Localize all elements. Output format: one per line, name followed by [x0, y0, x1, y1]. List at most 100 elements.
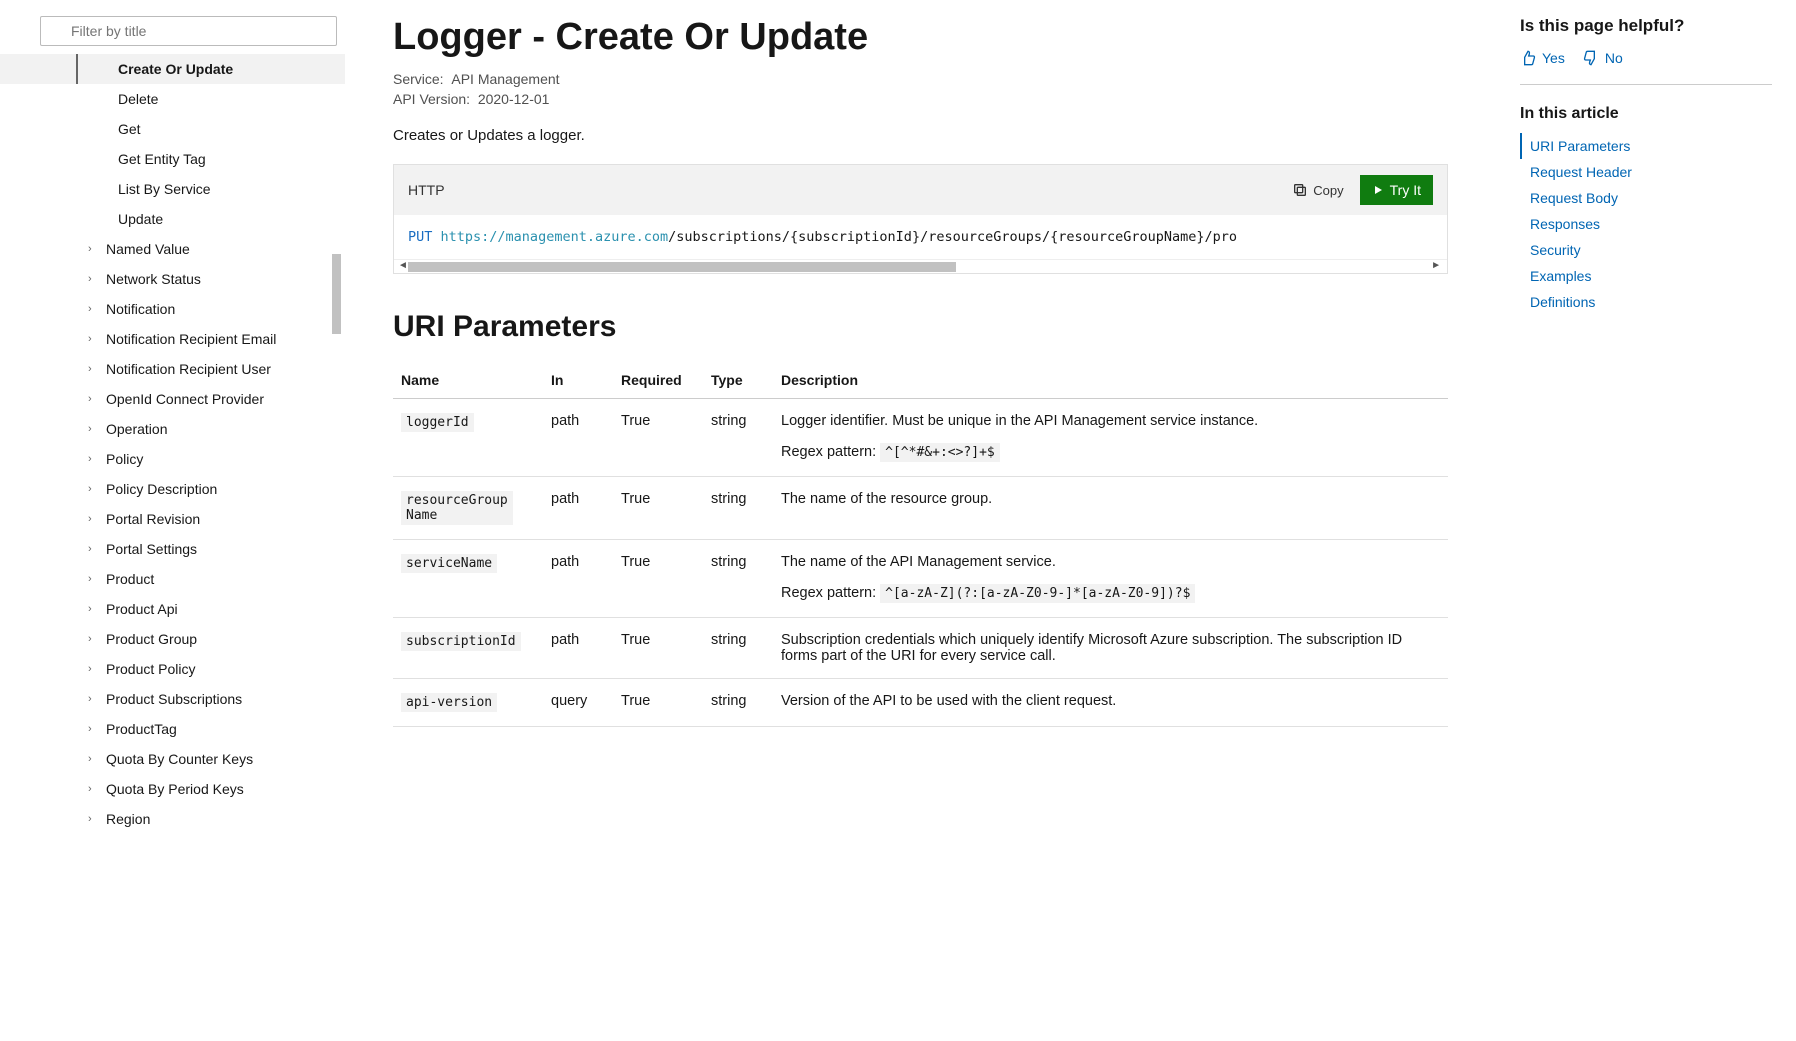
nav-item-product[interactable]: ›Product: [0, 564, 345, 594]
nav-item-create-or-update[interactable]: Create Or Update: [0, 54, 345, 84]
nav-item-named-value[interactable]: ›Named Value: [0, 234, 345, 264]
nav-label: Quota By Period Keys: [106, 781, 244, 797]
table-row: resourceGroupNamepathTruestringThe name …: [393, 477, 1448, 540]
nav-label: Policy Description: [106, 481, 217, 497]
nav-item-notification-recipient-user[interactable]: ›Notification Recipient User: [0, 354, 345, 384]
url-path: /subscriptions/{subscriptionId}/resource…: [668, 229, 1237, 245]
nav-item-product-subscriptions[interactable]: ›Product Subscriptions: [0, 684, 345, 714]
toc-link[interactable]: URI Parameters: [1530, 138, 1630, 154]
code-body[interactable]: PUT https://management.azure.com/subscri…: [394, 215, 1447, 259]
uri-parameters-table: Name In Required Type Description logger…: [393, 362, 1448, 727]
chevron-right-icon: ›: [88, 483, 100, 495]
chevron-right-icon: ›: [88, 663, 100, 675]
apiver-label: API Version:: [393, 91, 470, 107]
nav-label: Network Status: [106, 271, 201, 287]
nav-item-operation[interactable]: › Operation: [0, 414, 345, 444]
toc-link[interactable]: Definitions: [1530, 294, 1595, 310]
nav-item-update[interactable]: Update: [0, 204, 345, 234]
nav-item-policy[interactable]: ›Policy: [0, 444, 345, 474]
table-row: loggerIdpathTruestringLogger identifier.…: [393, 399, 1448, 477]
col-name: Name: [393, 362, 543, 399]
code-language-label: HTTP: [408, 182, 445, 198]
chevron-right-icon: ›: [88, 573, 100, 585]
toc-list: URI Parameters Request Header Request Body…: [1520, 133, 1772, 315]
feedback-yes-button[interactable]: Yes: [1520, 50, 1565, 66]
toc-link[interactable]: Examples: [1530, 268, 1591, 284]
chevron-right-icon: ›: [88, 423, 100, 435]
nav-label: Product Subscriptions: [106, 691, 242, 707]
nav-label: Region: [106, 811, 150, 827]
uri-parameters-heading: URI Parameters: [393, 310, 1448, 344]
toc-item-responses[interactable]: Responses: [1520, 211, 1772, 237]
nav-item-network-status[interactable]: ›Network Status: [0, 264, 345, 294]
param-required: True: [613, 399, 703, 477]
nav-item-list-by-service[interactable]: List By Service: [0, 174, 345, 204]
nav-item-portal-settings[interactable]: ›Portal Settings: [0, 534, 345, 564]
chevron-right-icon: ›: [88, 603, 100, 615]
code-scroll-thumb[interactable]: [408, 262, 956, 272]
param-name: loggerId: [401, 413, 474, 432]
try-it-button[interactable]: Try It: [1360, 175, 1433, 205]
url-base: https://management.azure.com: [441, 229, 669, 245]
col-type: Type: [703, 362, 773, 399]
chevron-right-icon: ›: [88, 723, 100, 735]
chevron-right-icon: ›: [88, 513, 100, 525]
toc-link[interactable]: Security: [1530, 242, 1581, 258]
nav-label: Portal Revision: [106, 511, 200, 527]
scrollbar-thumb[interactable]: [332, 254, 341, 334]
scroll-left-icon[interactable]: ◄: [398, 260, 408, 271]
nav-label: Notification: [106, 301, 175, 317]
toc-link[interactable]: Request Header: [1530, 164, 1632, 180]
nav-label: ProductTag: [106, 721, 177, 737]
toc-item-definitions[interactable]: Definitions: [1520, 289, 1772, 315]
col-in: In: [543, 362, 613, 399]
nav-item-product-api[interactable]: ›Product Api: [0, 594, 345, 624]
nav-label: Quota By Counter Keys: [106, 751, 253, 767]
toc-link[interactable]: Responses: [1530, 216, 1600, 232]
toc-item-examples[interactable]: Examples: [1520, 263, 1772, 289]
nav-item-quota-by-period-keys[interactable]: ›Quota By Period Keys: [0, 774, 345, 804]
feedback-no-button[interactable]: No: [1583, 50, 1623, 66]
try-it-label: Try It: [1390, 182, 1421, 198]
chevron-right-icon: ›: [88, 753, 100, 765]
chevron-right-icon: ›: [88, 363, 100, 375]
param-type: string: [703, 618, 773, 679]
nav-item-notification[interactable]: ›Notification: [0, 294, 345, 324]
nav-item-portal-revision[interactable]: › Portal Revision: [0, 504, 345, 534]
chevron-right-icon: ›: [88, 393, 100, 405]
nav-item-get-entity-tag[interactable]: Get Entity Tag: [0, 144, 345, 174]
nav-label: Product Group: [106, 631, 197, 647]
filter-input[interactable]: [40, 16, 337, 46]
code-horizontal-scrollbar[interactable]: ◄ ►: [394, 259, 1447, 273]
param-required: True: [613, 618, 703, 679]
nav-label: Operation: [106, 421, 167, 437]
nav-scroll[interactable]: ▲ Create Or UpdateDeleteGetGet Entity Ta…: [0, 54, 345, 1041]
param-type: string: [703, 540, 773, 618]
yes-label: Yes: [1542, 50, 1565, 66]
toc-item-security[interactable]: Security: [1520, 237, 1772, 263]
nav-item-openid-connect-provider[interactable]: ›OpenId Connect Provider: [0, 384, 345, 414]
nav-item-producttag[interactable]: › ProductTag: [0, 714, 345, 744]
nav-item-product-policy[interactable]: ›Product Policy: [0, 654, 345, 684]
nav-item-quota-by-counter-keys[interactable]: › Quota By Counter Keys: [0, 744, 345, 774]
regex-pattern: ^[a-zA-Z](?:[a-zA-Z0-9-]*[a-zA-Z0-9])?$: [880, 584, 1195, 603]
table-row: api-versionqueryTruestringVersion of the…: [393, 679, 1448, 727]
param-in: path: [543, 540, 613, 618]
toc-link[interactable]: Request Body: [1530, 190, 1618, 206]
chevron-right-icon: ›: [88, 813, 100, 825]
nav-item-get[interactable]: Get: [0, 114, 345, 144]
main-content: Logger - Create Or Update Service: API M…: [345, 0, 1496, 1041]
param-required: True: [613, 477, 703, 540]
nav-item-product-group[interactable]: ›Product Group: [0, 624, 345, 654]
chevron-right-icon: ›: [88, 453, 100, 465]
toc-item-request-body[interactable]: Request Body: [1520, 185, 1772, 211]
nav-item-notification-recipient-email[interactable]: ›Notification Recipient Email: [0, 324, 345, 354]
scroll-right-icon[interactable]: ►: [1431, 260, 1441, 271]
nav-item-delete[interactable]: Delete: [0, 84, 345, 114]
toc-item-uri-parameters[interactable]: URI Parameters: [1520, 133, 1772, 159]
nav-item-policy-description[interactable]: › Policy Description: [0, 474, 345, 504]
chevron-right-icon: ›: [88, 543, 100, 555]
toc-item-request-header[interactable]: Request Header: [1520, 159, 1772, 185]
nav-item-region[interactable]: › Region: [0, 804, 345, 834]
copy-button[interactable]: Copy: [1284, 179, 1351, 201]
